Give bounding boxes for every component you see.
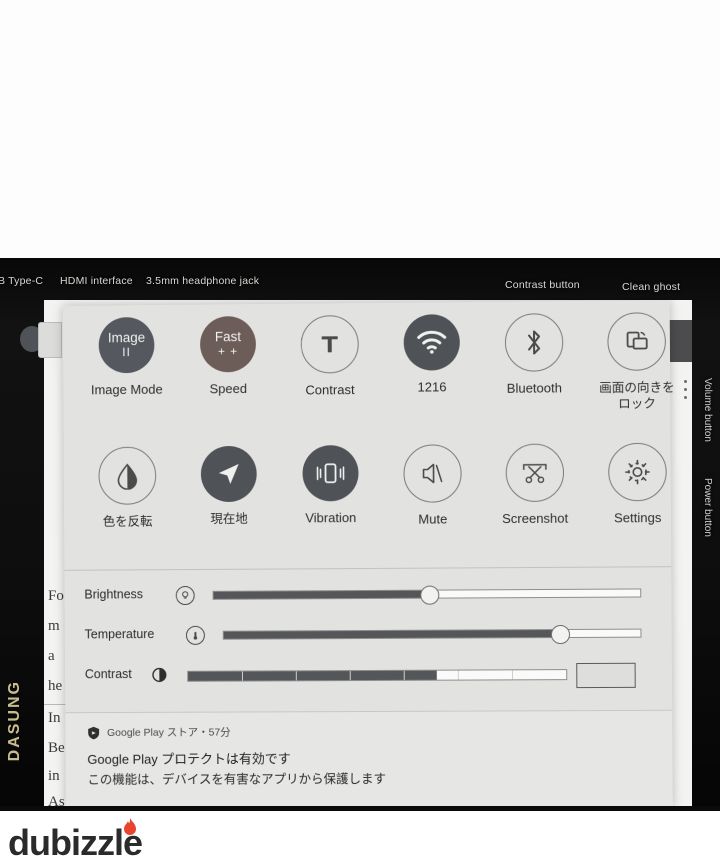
rotation-lock-icon	[607, 312, 667, 371]
tile-mute[interactable]: Mute	[384, 444, 481, 528]
tile-label-mute: Mute	[418, 511, 448, 527]
slider-row-contrast: Contrast	[65, 656, 672, 699]
brightness-icon	[175, 585, 195, 606]
tile-label-rotation-lock: 画面の向きを ロック	[589, 379, 686, 412]
tile-location[interactable]: 現在地	[181, 445, 277, 528]
slider-fill-brightness	[213, 590, 427, 599]
tile-label-settings: Settings	[614, 510, 662, 526]
location-icon	[200, 445, 257, 503]
slider-label-brightness: Brightness	[84, 587, 144, 602]
tile-label-wifi: 1216	[417, 379, 447, 395]
tile-vibration[interactable]: Vibration	[282, 445, 378, 527]
label-headphone-jack: 3.5mm headphone jack	[146, 275, 260, 287]
tile-label-invert-colors: 色を反転	[102, 514, 153, 529]
flame-icon	[122, 818, 138, 838]
tile-label-location: 現在地	[210, 511, 248, 527]
slider-thumb-brightness[interactable]	[420, 585, 440, 605]
image-mode-icon: Image II	[98, 316, 155, 374]
notification-source: Google Play ストア・57分	[107, 726, 231, 739]
speed-icon: Fast + +	[199, 316, 257, 373]
speed-sub: + +	[217, 344, 239, 359]
contrast-apply-button[interactable]	[576, 662, 636, 689]
tile-speed[interactable]: Fast + + Speed	[180, 316, 276, 398]
tile-bluetooth[interactable]: Bluetooth	[486, 313, 583, 397]
invert-colors-icon	[98, 446, 157, 505]
sliders-section: Brightness Temperature Contrast	[64, 566, 673, 711]
bg-fragment-2: a	[48, 648, 55, 664]
notification-card[interactable]: Google Play ストア・57分 Google Play プロテクトは有効…	[65, 709, 673, 810]
ghost-watermark	[224, 713, 554, 740]
label-hdmi-interface: HDMI interface	[60, 275, 133, 287]
slider-label-temperature: Temperature	[84, 627, 155, 642]
image-mode-value: Image	[107, 330, 146, 346]
wifi-icon	[403, 314, 460, 371]
bg-fragment-5: Be	[48, 740, 65, 756]
tile-invert-colors[interactable]: 色を反転	[80, 446, 176, 529]
contrast-half-icon	[150, 666, 167, 683]
notification-title: Google Play プロテクトは有効です	[87, 751, 291, 767]
bg-fragment-4: In	[48, 710, 61, 726]
shield-icon	[88, 726, 100, 739]
notification-body: この機能は、デバイスを有害なアプリから保護します	[87, 771, 387, 787]
bg-fragment-6: in	[48, 768, 60, 784]
rotation-lock-line2: ロック	[618, 396, 656, 411]
bg-fragment-3: he	[48, 678, 63, 694]
image-mode-sub: II	[122, 345, 131, 360]
bg-fragment-0: Fo	[48, 588, 64, 604]
slider-track-temperature[interactable]	[222, 628, 642, 640]
contrast-t-icon	[300, 315, 359, 374]
tile-rotation-lock[interactable]: 画面の向きを ロック	[588, 312, 685, 412]
edge-panel-tab[interactable]	[38, 322, 62, 358]
label-volume-button: Volume button	[702, 378, 713, 442]
slider-fill-temperature	[223, 630, 553, 639]
label-contrast-button: Contrast button	[505, 279, 580, 291]
tile-label-speed: Speed	[209, 381, 248, 397]
notification-header: Google Play ストア・57分	[87, 725, 231, 740]
tile-label-vibration: Vibration	[305, 510, 357, 526]
slider-row-brightness: Brightness	[64, 575, 671, 618]
tile-wifi[interactable]: 1216	[384, 314, 481, 396]
speed-value: Fast	[214, 329, 242, 345]
vibration-icon	[302, 445, 359, 502]
rotation-lock-line1: 画面の向きを	[599, 380, 675, 396]
quick-settings-panel: Image II Image Mode Fast + + Speed Contr…	[62, 300, 675, 810]
slider-row-temperature: Temperature	[65, 615, 672, 658]
tile-image-mode[interactable]: Image II Image Mode	[79, 316, 175, 399]
gear-icon	[608, 442, 667, 502]
mute-icon	[403, 444, 462, 503]
device-brand-dasung: DASUNG	[6, 680, 23, 762]
top-background	[0, 0, 720, 262]
tile-label-image-mode: Image Mode	[90, 381, 163, 398]
photo-container: B Type-C HDMI interface 3.5mm headphone …	[0, 0, 720, 867]
tile-screenshot[interactable]: Screenshot	[486, 443, 583, 527]
label-clean-ghost: Clean ghost	[622, 281, 681, 293]
bg-fragment-1: m	[48, 618, 60, 634]
label-power-button: Power button	[702, 478, 713, 537]
tile-contrast[interactable]: Contrast	[282, 315, 378, 399]
bluetooth-icon	[504, 313, 564, 372]
tile-label-bluetooth: Bluetooth	[506, 380, 562, 396]
slider-track-contrast[interactable]	[187, 669, 568, 682]
tile-label-contrast: Contrast	[305, 382, 355, 398]
slider-fill-contrast	[188, 670, 438, 681]
slider-thumb-temperature[interactable]	[550, 624, 571, 645]
label-usb-type-c: B Type-C	[0, 275, 44, 287]
screenshot-icon	[505, 443, 565, 503]
temperature-icon	[185, 625, 205, 645]
slider-label-contrast: Contrast	[84, 667, 132, 682]
quick-tiles-grid: Image II Image Mode Fast + + Speed Contr…	[63, 300, 675, 560]
tile-settings[interactable]: Settings	[589, 442, 686, 527]
tile-label-screenshot: Screenshot	[502, 510, 569, 527]
